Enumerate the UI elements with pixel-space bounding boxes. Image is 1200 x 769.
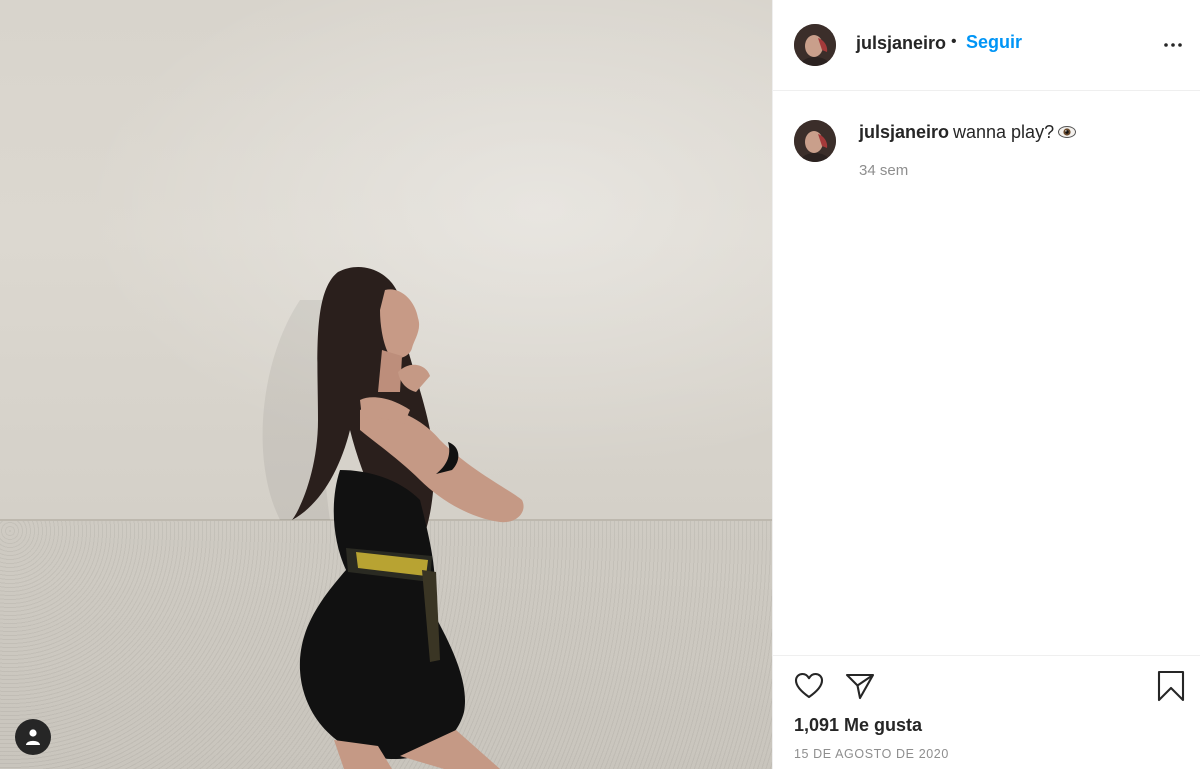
eye-emoji-icon [1058,126,1076,138]
caption-text: wanna play? [953,122,1055,142]
paper-plane-icon[interactable] [844,670,876,702]
separator-dot: • [951,33,957,50]
user-tag-button[interactable] [15,719,51,755]
more-options-icon[interactable] [1161,33,1185,57]
post-header: julsjaneiro • Seguir [773,0,1200,91]
post-sidebar: julsjaneiro • Seguir julsjaneiro wanna p… [772,0,1200,769]
bookmark-icon[interactable] [1155,669,1187,703]
likes-count[interactable]: 1,091 Me gusta [794,715,922,736]
woman-figure [262,266,524,769]
avatar-image [794,24,836,66]
caption-avatar[interactable] [794,120,836,162]
post-actions: 1,091 Me gusta 15 DE AGOSTO DE 2020 [773,655,1200,769]
user-tag-icon [26,729,40,745]
heart-icon[interactable] [793,670,825,702]
caption-age[interactable]: 34 sem [859,162,908,179]
caption-username[interactable]: julsjaneiro [859,122,949,143]
avatar-image [794,120,836,162]
follow-button[interactable]: Seguir [966,32,1022,53]
post-photo[interactable] [0,0,772,769]
author-username[interactable]: julsjaneiro [856,33,946,54]
author-avatar[interactable] [794,24,836,66]
post-date: 15 DE AGOSTO DE 2020 [794,747,949,761]
post-dialog: julsjaneiro • Seguir julsjaneiro wanna p… [0,0,1200,769]
